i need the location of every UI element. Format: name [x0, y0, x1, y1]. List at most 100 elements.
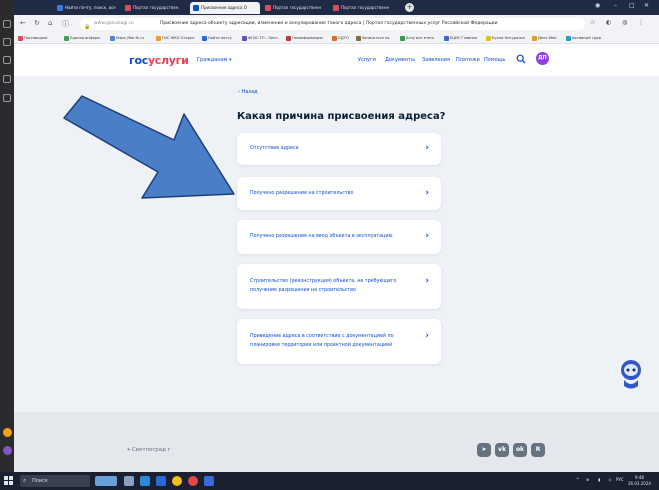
- option-card[interactable]: Получено разрешение на ввод объекта в эк…: [237, 220, 441, 254]
- nav-documents[interactable]: Документы: [385, 57, 415, 63]
- bookmark-item[interactable]: ФГИС ТП - Личн.: [242, 35, 279, 42]
- back-arrow-icon[interactable]: ←: [20, 19, 26, 27]
- citizen-menu[interactable]: Гражданам ▾: [197, 57, 232, 63]
- profile-icon[interactable]: ◍: [622, 19, 627, 26]
- bookmark-label: Активный граж: [572, 36, 602, 40]
- task-view-icon[interactable]: [124, 476, 134, 486]
- back-link[interactable]: ‹ Назад: [238, 89, 258, 95]
- bookmark-item[interactable]: Хочу все знать: [400, 35, 434, 42]
- sidebar-app-icon[interactable]: [3, 56, 11, 64]
- bookmark-label: Единая информ.: [70, 36, 102, 40]
- bookmark-favicon-icon: [202, 36, 207, 41]
- new-tab-button[interactable]: +: [405, 3, 414, 12]
- bookmark-item[interactable]: ГИС ЖКХ Открыт: [156, 35, 195, 42]
- browser-tab-active[interactable]: Присвоение адреса О: [190, 2, 260, 14]
- browser-tab[interactable]: Найти почту, поиск, все: [54, 2, 120, 14]
- bookmark-item[interactable]: Записаться на: [356, 35, 389, 42]
- taskbar-app-icon[interactable]: [188, 476, 198, 486]
- option-card[interactable]: Строительство (реконструкция) объекта, н…: [237, 264, 441, 309]
- option-card[interactable]: Отсутствие адреса ›: [237, 133, 441, 165]
- battery-icon[interactable]: ▮: [598, 477, 600, 482]
- bookmark-item[interactable]: Единая информ.: [64, 35, 101, 42]
- option-label: Строительство (реконструкция) объекта, н…: [250, 279, 397, 293]
- nav-applications[interactable]: Заявления: [422, 57, 450, 63]
- browser-tab[interactable]: Портал государственн: [262, 2, 328, 14]
- taskbar-clock[interactable]: 9:48 26.03.2024: [628, 475, 651, 487]
- bookmark-item[interactable]: Дело Web: [532, 35, 557, 42]
- minimize-icon[interactable]: –: [614, 2, 617, 9]
- bookmark-favicon-icon: [356, 36, 361, 41]
- reload-icon[interactable]: ↻: [34, 19, 40, 27]
- tab-label: Портал государственн: [273, 5, 322, 10]
- nav-help[interactable]: Помощь: [484, 57, 505, 63]
- tab-label: Портал государственн: [341, 5, 390, 10]
- tab-favicon-icon: [333, 5, 339, 11]
- option-card[interactable]: Приведение адреса в соответствие с докум…: [237, 319, 441, 364]
- tab-favicon-icon: [193, 5, 199, 11]
- close-icon[interactable]: ✕: [644, 2, 649, 9]
- copilot-icon[interactable]: [3, 428, 12, 437]
- bookmark-label: Дело Web: [538, 36, 557, 40]
- bookmark-favicon-icon: [64, 36, 69, 41]
- taskbar-app-icon[interactable]: [204, 476, 214, 486]
- bookmark-item[interactable]: Поставщики: [18, 35, 48, 42]
- menu-icon[interactable]: ⋮: [638, 19, 644, 26]
- volume-icon[interactable]: ◁: [608, 477, 611, 482]
- search-icon: ⌕: [23, 477, 27, 484]
- sidebar-app-icon[interactable]: [3, 20, 11, 28]
- search-icon[interactable]: [516, 54, 526, 64]
- maximize-icon[interactable]: □: [629, 2, 635, 9]
- bookmark-favicon-icon: [110, 36, 115, 41]
- tab-favicon-icon: [265, 5, 271, 11]
- option-card[interactable]: Получено разрешение на строительство ›: [237, 177, 441, 210]
- sidebar-app-icon[interactable]: [3, 94, 11, 102]
- user-avatar[interactable]: ДП: [536, 52, 549, 65]
- nav-payments[interactable]: Платежи: [456, 57, 480, 63]
- telegram-icon[interactable]: ➤: [477, 443, 491, 457]
- taskbar-app-icon[interactable]: [140, 476, 150, 486]
- profile-icon[interactable]: ◉: [595, 2, 600, 9]
- bookmark-item[interactable]: ЕЦИС Главная: [444, 35, 477, 42]
- star-icon[interactable]: ☆: [590, 19, 595, 26]
- rutube-icon[interactable]: R: [531, 443, 545, 457]
- bookmark-item[interactable]: Геоинформацио: [286, 35, 323, 42]
- bookmark-favicon-icon: [286, 36, 291, 41]
- bookmark-item[interactable]: Найти почту: [202, 35, 232, 42]
- bookmark-favicon-icon: [532, 36, 537, 41]
- nav-services[interactable]: Услуги: [358, 57, 376, 63]
- assistant-icon[interactable]: [3, 446, 12, 455]
- url-host: www.gosuslugi.ru: [94, 21, 134, 26]
- taskbar-app-icon[interactable]: [156, 476, 166, 486]
- page-title: Какая причина присвоения адреса?: [237, 111, 446, 122]
- logo-part1: гос: [129, 54, 148, 67]
- taskbar-widget-icon[interactable]: [95, 476, 117, 486]
- bookmark-item[interactable]: Активный граж: [566, 35, 601, 42]
- gosuslugi-logo[interactable]: госуслуги: [129, 54, 189, 67]
- taskbar-search[interactable]: ⌕ Поиск: [20, 475, 90, 487]
- bookmark-label: Записаться на: [362, 36, 390, 40]
- bookmark-item[interactable]: Кухни Натуральн: [486, 35, 525, 42]
- sidebar-app-icon[interactable]: [3, 38, 11, 46]
- sidebar-app-icon[interactable]: [3, 75, 11, 83]
- ok-icon[interactable]: ok: [513, 443, 527, 457]
- bookmark-item[interactable]: https://fiar.fk.ru: [110, 35, 144, 42]
- browser-tab[interactable]: Портал государствен: [122, 2, 188, 14]
- bookmark-item[interactable]: ОДТО: [332, 35, 349, 42]
- language-indicator[interactable]: РУС: [616, 477, 624, 482]
- extension-icon[interactable]: ◐: [606, 19, 611, 26]
- bookmark-label: Найти почту: [208, 36, 232, 40]
- yandex-browser-icon[interactable]: [172, 476, 182, 486]
- vk-icon[interactable]: vk: [495, 443, 509, 457]
- windows-start-icon[interactable]: [4, 476, 13, 485]
- browser-tab[interactable]: Портал государственн: [330, 2, 396, 14]
- option-label: Получено разрешение на строительство: [250, 191, 354, 196]
- home-icon[interactable]: ⌂: [48, 19, 52, 27]
- info-icon[interactable]: ⓘ: [62, 19, 69, 29]
- tray-chevron-icon[interactable]: ^: [576, 477, 579, 482]
- url-field[interactable]: 🔒 www.gosuslugi.ru Присвоение адреса объ…: [80, 18, 585, 30]
- bookmark-label: Геоинформацио: [292, 36, 323, 40]
- robot-assistant-icon[interactable]: [618, 358, 644, 392]
- city-selector[interactable]: ⌖ Светлоград г: [127, 447, 171, 454]
- chevron-right-icon: ›: [425, 188, 429, 198]
- network-icon[interactable]: ⊕: [586, 477, 589, 482]
